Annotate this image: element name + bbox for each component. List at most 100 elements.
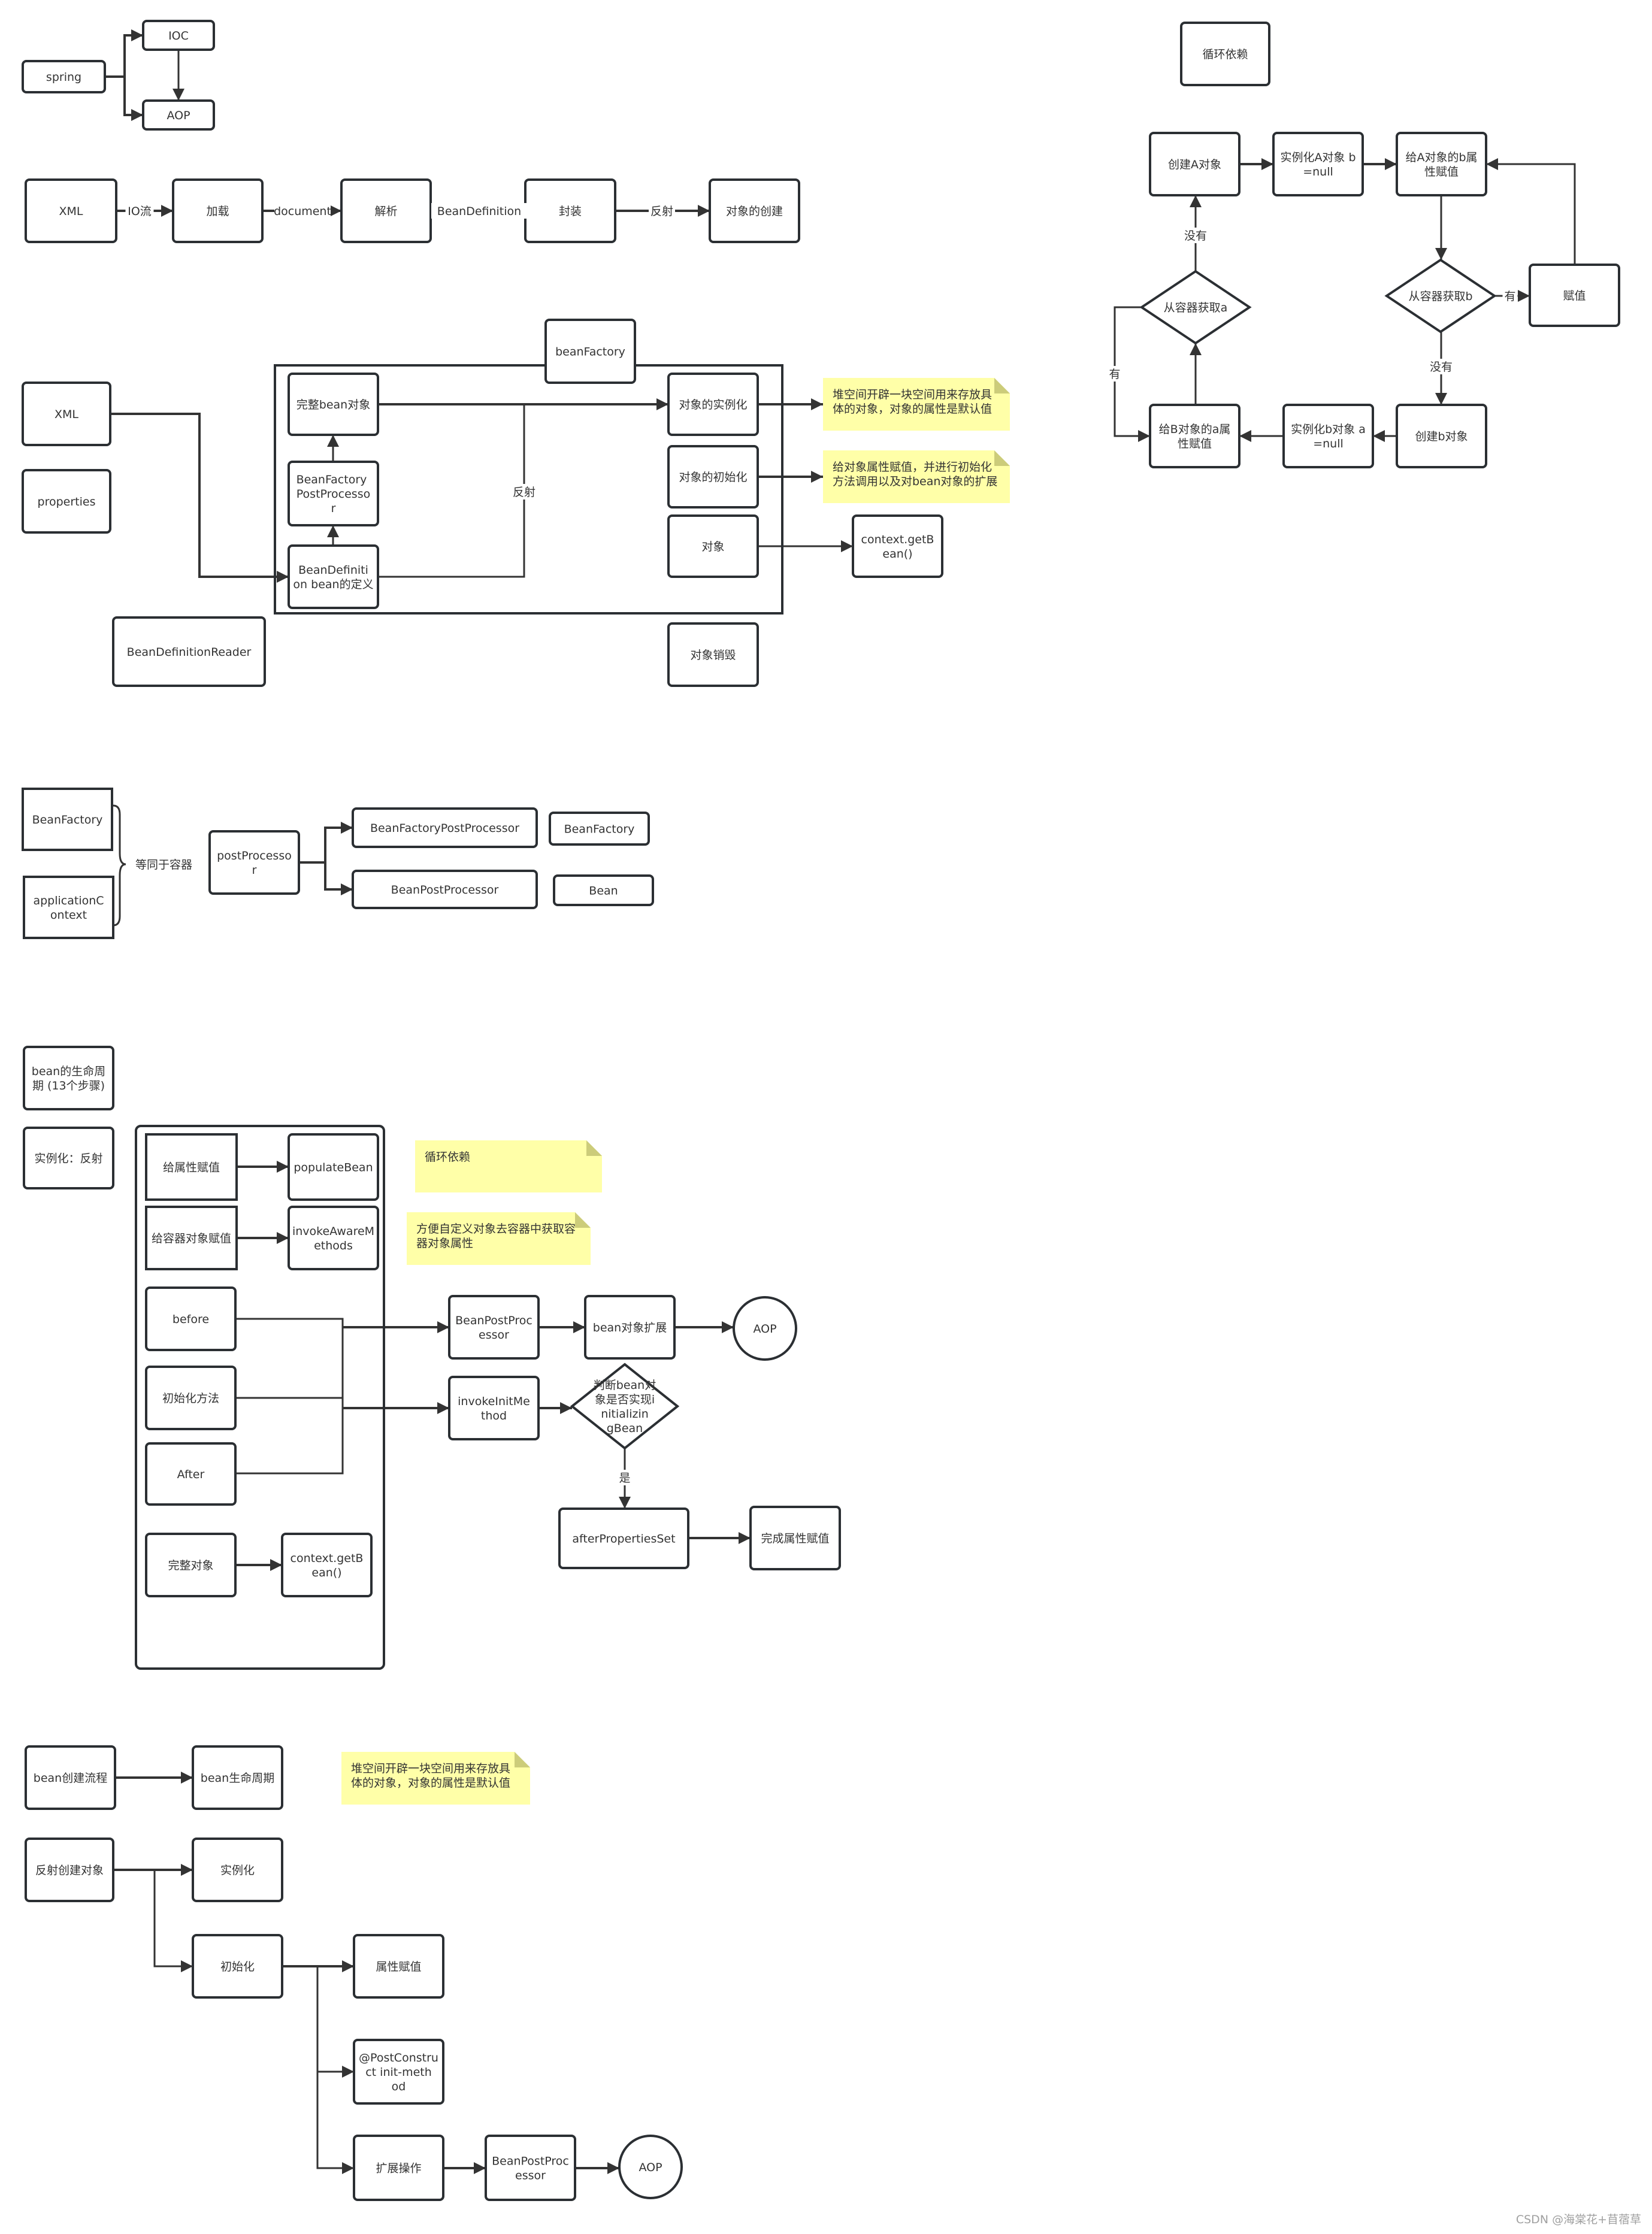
invoke-init-node[interactable] xyxy=(448,1376,540,1440)
bpp-node[interactable] xyxy=(448,1295,540,1360)
create-a-node-label: 创建A对象 xyxy=(1168,158,1221,171)
stage-destroy-label: 对象销毁 xyxy=(690,649,736,662)
pipeline-edge-label-0: IO流 xyxy=(128,205,152,218)
edge-before-merge xyxy=(235,1318,344,1475)
brace-label: 等同于容器 xyxy=(135,858,192,871)
edge-init-postconstruct xyxy=(316,1966,354,2073)
edge-afterprops-done-arrowhead xyxy=(739,1532,751,1544)
edge-geta-has-arrowhead xyxy=(1138,430,1150,442)
stage-instantiate-label: 对象的实例化 xyxy=(679,398,747,411)
yes-label: 是 xyxy=(619,1472,630,1485)
edge-init-extend xyxy=(316,2072,354,2169)
lifecycle-instantiate-label: 实例化：反射 xyxy=(34,1152,102,1166)
circular-title-label: 循环依赖 xyxy=(1202,48,1248,61)
source-properties-label: properties xyxy=(38,495,96,508)
step-before-label: before xyxy=(173,1313,209,1326)
assign-b-a-node[interactable] xyxy=(1149,404,1240,468)
edge-insta-assignab-arrowhead xyxy=(1385,158,1397,170)
brace xyxy=(113,804,126,927)
note-instantiate-fold xyxy=(994,378,1010,393)
flow-bpp-node[interactable] xyxy=(485,2135,576,2201)
edge-assign-back-arrowhead xyxy=(1486,158,1498,170)
edge-assignab-getb-arrowhead xyxy=(1435,248,1447,260)
note-circular xyxy=(415,1140,602,1192)
applies-bean-label: Bean xyxy=(589,885,618,898)
pipeline-node-0-label: XML xyxy=(59,205,83,218)
flow-aop-node-label: AOP xyxy=(639,2161,662,2174)
pipeline-edge-3-arrowhead xyxy=(698,205,710,217)
edge-spring-aop xyxy=(123,77,143,116)
note-aware-fold xyxy=(575,1212,591,1228)
edge-bpp-ext-arrowhead xyxy=(573,1321,585,1333)
edge-decision-afterprops-arrowhead xyxy=(619,1497,631,1509)
step-after-label: After xyxy=(177,1468,205,1481)
note-circular-text: 循环依赖 xyxy=(425,1151,470,1164)
edge-getb-assign-arrowhead xyxy=(1518,290,1530,302)
edge-init-assign-arrowhead xyxy=(342,1960,354,1972)
edge-assignba-geta-arrowhead xyxy=(1190,343,1202,355)
watermark: CSDN @海棠花+苜蓿草 xyxy=(1516,2213,1641,2226)
edge-populate-arrowhead xyxy=(277,1161,289,1173)
pipeline-edge-0-arrowhead xyxy=(161,205,173,217)
pipeline-node-2-label: 解析 xyxy=(374,205,397,218)
edge-init-note-arrowhead xyxy=(811,471,823,483)
edge-geta-createa-arrowhead xyxy=(1190,195,1202,207)
edge-reflect-inst-arrowhead xyxy=(181,1864,193,1876)
flow-lifecycle-node-label: bean生命周期 xyxy=(201,1772,274,1785)
note-flow-fold xyxy=(515,1752,530,1767)
shapes xyxy=(22,20,1620,2201)
source-xml-label: XML xyxy=(55,408,78,421)
inst-b-node[interactable] xyxy=(1282,404,1374,468)
post-processor-node[interactable] xyxy=(208,830,300,895)
pipeline-edge-label-2: BeanDefinition xyxy=(437,205,521,218)
create-b-node-label: 创建b对象 xyxy=(1415,430,1468,443)
initializing-bean-decision[interactable] xyxy=(570,1363,680,1450)
edge-init-postconstruct-arrowhead xyxy=(342,2066,354,2078)
flow-initialize-node-label: 初始化 xyxy=(220,1960,255,1973)
bean-definition-reader-label: BeanDefinitionReader xyxy=(127,646,252,659)
container-appcontext[interactable] xyxy=(23,876,114,939)
flow-extend-node-label: 扩展操作 xyxy=(376,2162,421,2175)
edge-invoke-decision-arrowhead xyxy=(560,1402,572,1414)
edge-spring-aop-arrowhead xyxy=(131,109,143,121)
edge-init-extend-arrowhead xyxy=(342,2162,354,2174)
edge-spring-ioc xyxy=(105,34,143,78)
edge-xml-bd xyxy=(110,413,289,578)
complete-bean-node-label: 完整bean对象 xyxy=(296,398,370,411)
pipeline-edge-label-3: 反射 xyxy=(650,205,673,218)
step-populate-label-label: 给属性赋值 xyxy=(163,1161,220,1174)
bean-ext-node-label: bean对象扩展 xyxy=(593,1321,667,1334)
edge-merge-invoke-arrowhead xyxy=(437,1402,449,1414)
bfpp-target-label: BeanFactoryPostProcessor xyxy=(370,822,519,835)
edge-object-getbean-arrowhead xyxy=(841,540,853,552)
ioc-node-label: IOC xyxy=(168,29,189,43)
inst-a-node[interactable] xyxy=(1272,132,1364,196)
edge-createb-instb-arrowhead xyxy=(1373,430,1385,442)
none-a-label: 没有 xyxy=(1184,229,1207,243)
after-props-node-label: afterPropertiesSet xyxy=(572,1533,675,1546)
note-circular-fold xyxy=(586,1140,602,1156)
step-get-bean[interactable] xyxy=(281,1533,373,1597)
edge-complete-getbean-arrowhead xyxy=(270,1559,282,1571)
none-b-label: 没有 xyxy=(1430,361,1453,374)
get-bean-node[interactable] xyxy=(852,514,943,578)
edge-aware-arrowhead xyxy=(277,1232,289,1244)
done-node-label: 完成属性赋值 xyxy=(761,1532,829,1545)
flow-instantiate-node-label: 实例化 xyxy=(220,1864,255,1877)
bean-definition-node[interactable] xyxy=(288,544,379,609)
lifecycle-title[interactable] xyxy=(23,1046,114,1110)
aop-node-label: AOP xyxy=(167,109,190,122)
edge-bd-reflect xyxy=(378,404,525,578)
stage-object-label: 对象 xyxy=(701,540,724,553)
aop-node-lifecycle-label: AOP xyxy=(753,1322,776,1336)
has-b-label: 有 xyxy=(1504,290,1515,303)
edge-getb-createb-arrowhead xyxy=(1435,393,1447,405)
pipeline-edge-1-arrowhead xyxy=(329,205,341,217)
assign-a-b-node[interactable] xyxy=(1396,132,1487,196)
step-init-method-label: 初始化方法 xyxy=(162,1392,219,1405)
assign-node-label: 赋值 xyxy=(1563,289,1586,302)
edge-pp-bpp xyxy=(324,862,353,891)
has-a-label: 有 xyxy=(1109,368,1120,381)
step-aware-method[interactable] xyxy=(288,1206,379,1270)
edge-pp-bpp-arrowhead xyxy=(341,883,353,895)
